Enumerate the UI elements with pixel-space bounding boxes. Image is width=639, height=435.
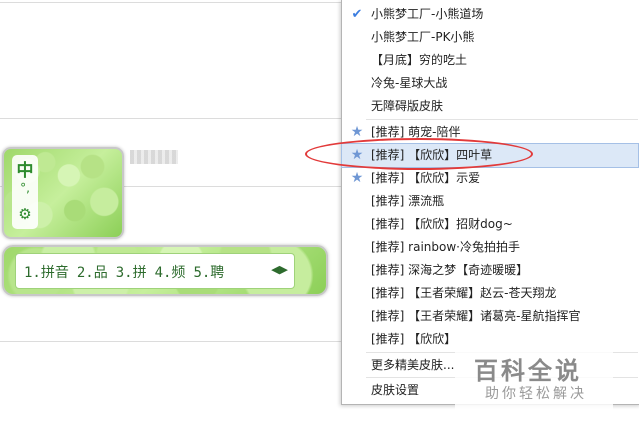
menu-item-piaoliuping[interactable]: [推荐] 漂流瓶: [342, 190, 638, 213]
punctuation-toggle[interactable]: °,: [12, 181, 38, 195]
blurred-text: [130, 150, 178, 164]
menu-item-label: [推荐] 【欣欣】: [371, 332, 457, 346]
menu-item-label: 小熊梦工厂-小熊道场: [371, 7, 484, 21]
candidate-1[interactable]: 1.拼音: [24, 265, 69, 281]
menu-item-label: [推荐] 【王者荣耀】诸葛亮-星航指挥官: [371, 309, 581, 323]
page-divider: [0, 341, 341, 342]
candidate-2[interactable]: 2.品: [77, 265, 108, 281]
menu-item-shiai[interactable]: ★ [推荐] 【欣欣】示爱: [342, 167, 638, 190]
candidate-5[interactable]: 5.聘: [193, 265, 224, 281]
watermark-title: 百科全说: [474, 357, 582, 385]
menu-item-label: 更多精美皮肤...: [371, 358, 455, 372]
chinese-mode-toggle[interactable]: 中: [12, 156, 38, 181]
menu-item-lengtu-xingqiu[interactable]: 冷兔-星球大战: [342, 72, 638, 95]
skin-menu: ✔ 小熊梦工厂-小熊道场 小熊梦工厂-PK小熊 【月底】穷的吃土 冷兔-星球大战…: [341, 0, 639, 405]
candidate-items: 1.拼音 2.品 3.拼 4.频 5.聘: [24, 262, 232, 282]
menu-item-label: [推荐] 【欣欣】招财dog~: [371, 217, 513, 231]
menu-item-label: 冷兔-星球大战: [371, 76, 448, 90]
ime-status-column: 中 °, ⚙: [12, 155, 38, 229]
watermark-subtitle: 助你轻松解决: [485, 386, 587, 402]
menu-item-label: [推荐] 【欣欣】示爱: [371, 171, 481, 185]
menu-item-label: [推荐] 漂流瓶: [371, 194, 445, 208]
menu-item-label: [推荐] 【王者荣耀】赵云-苍天翔龙: [371, 286, 557, 300]
annotation-ellipse: [305, 138, 533, 170]
menu-item-label: 【月底】穷的吃土: [371, 53, 468, 67]
menu-item-label: 小熊梦工厂-PK小熊: [371, 30, 475, 44]
menu-item-label: [推荐] 深海之梦【奇迹暖暖】: [371, 263, 529, 277]
menu-item-xiaoxiong-pk[interactable]: 小熊梦工厂-PK小熊: [342, 26, 638, 49]
menu-item-rainbow[interactable]: [推荐] rainbow·冷兔拍拍手: [342, 236, 638, 259]
menu-item-xiaoxiong-daochang[interactable]: ✔ 小熊梦工厂-小熊道场: [342, 3, 638, 26]
menu-item-zhaocai-dog[interactable]: [推荐] 【欣欣】招财dog~: [342, 213, 638, 236]
watermark: 百科全说 助你轻松解决: [455, 349, 613, 411]
menu-item-label: 皮肤设置: [371, 383, 420, 397]
candidate-3[interactable]: 3.拼: [116, 265, 147, 281]
menu-item-zhugeliang[interactable]: [推荐] 【王者荣耀】诸葛亮-星航指挥官: [342, 305, 638, 328]
menu-separator: [366, 119, 638, 120]
candidate-bar: 1.拼音 2.品 3.拼 4.频 5.聘 ◀▶: [2, 245, 328, 296]
menu-item-zhaoyun[interactable]: [推荐] 【王者荣耀】赵云-苍天翔龙: [342, 282, 638, 305]
gear-icon[interactable]: ⚙: [12, 205, 38, 223]
page-divider: [0, 2, 341, 3]
page-divider: [0, 118, 341, 119]
menu-item-accessible-skin[interactable]: 无障碍版皮肤: [342, 95, 638, 118]
candidate-4[interactable]: 4.频: [155, 265, 186, 281]
page-nav-arrows[interactable]: ◀▶: [271, 263, 288, 276]
menu-item-shenhai[interactable]: [推荐] 深海之梦【奇迹暖暖】: [342, 259, 638, 282]
menu-item-label: 无障碍版皮肤: [371, 99, 444, 113]
ime-status-bar[interactable]: 中 °, ⚙: [2, 147, 124, 239]
star-icon: ★: [350, 170, 364, 186]
menu-item-xinxin[interactable]: [推荐] 【欣欣】: [342, 328, 638, 351]
candidate-list: 1.拼音 2.品 3.拼 4.频 5.聘 ◀▶: [15, 253, 295, 289]
menu-item-label: [推荐] rainbow·冷兔拍拍手: [371, 240, 520, 254]
menu-item-qiong-chitu[interactable]: 【月底】穷的吃土: [342, 49, 638, 72]
check-icon: ✔: [351, 7, 363, 22]
